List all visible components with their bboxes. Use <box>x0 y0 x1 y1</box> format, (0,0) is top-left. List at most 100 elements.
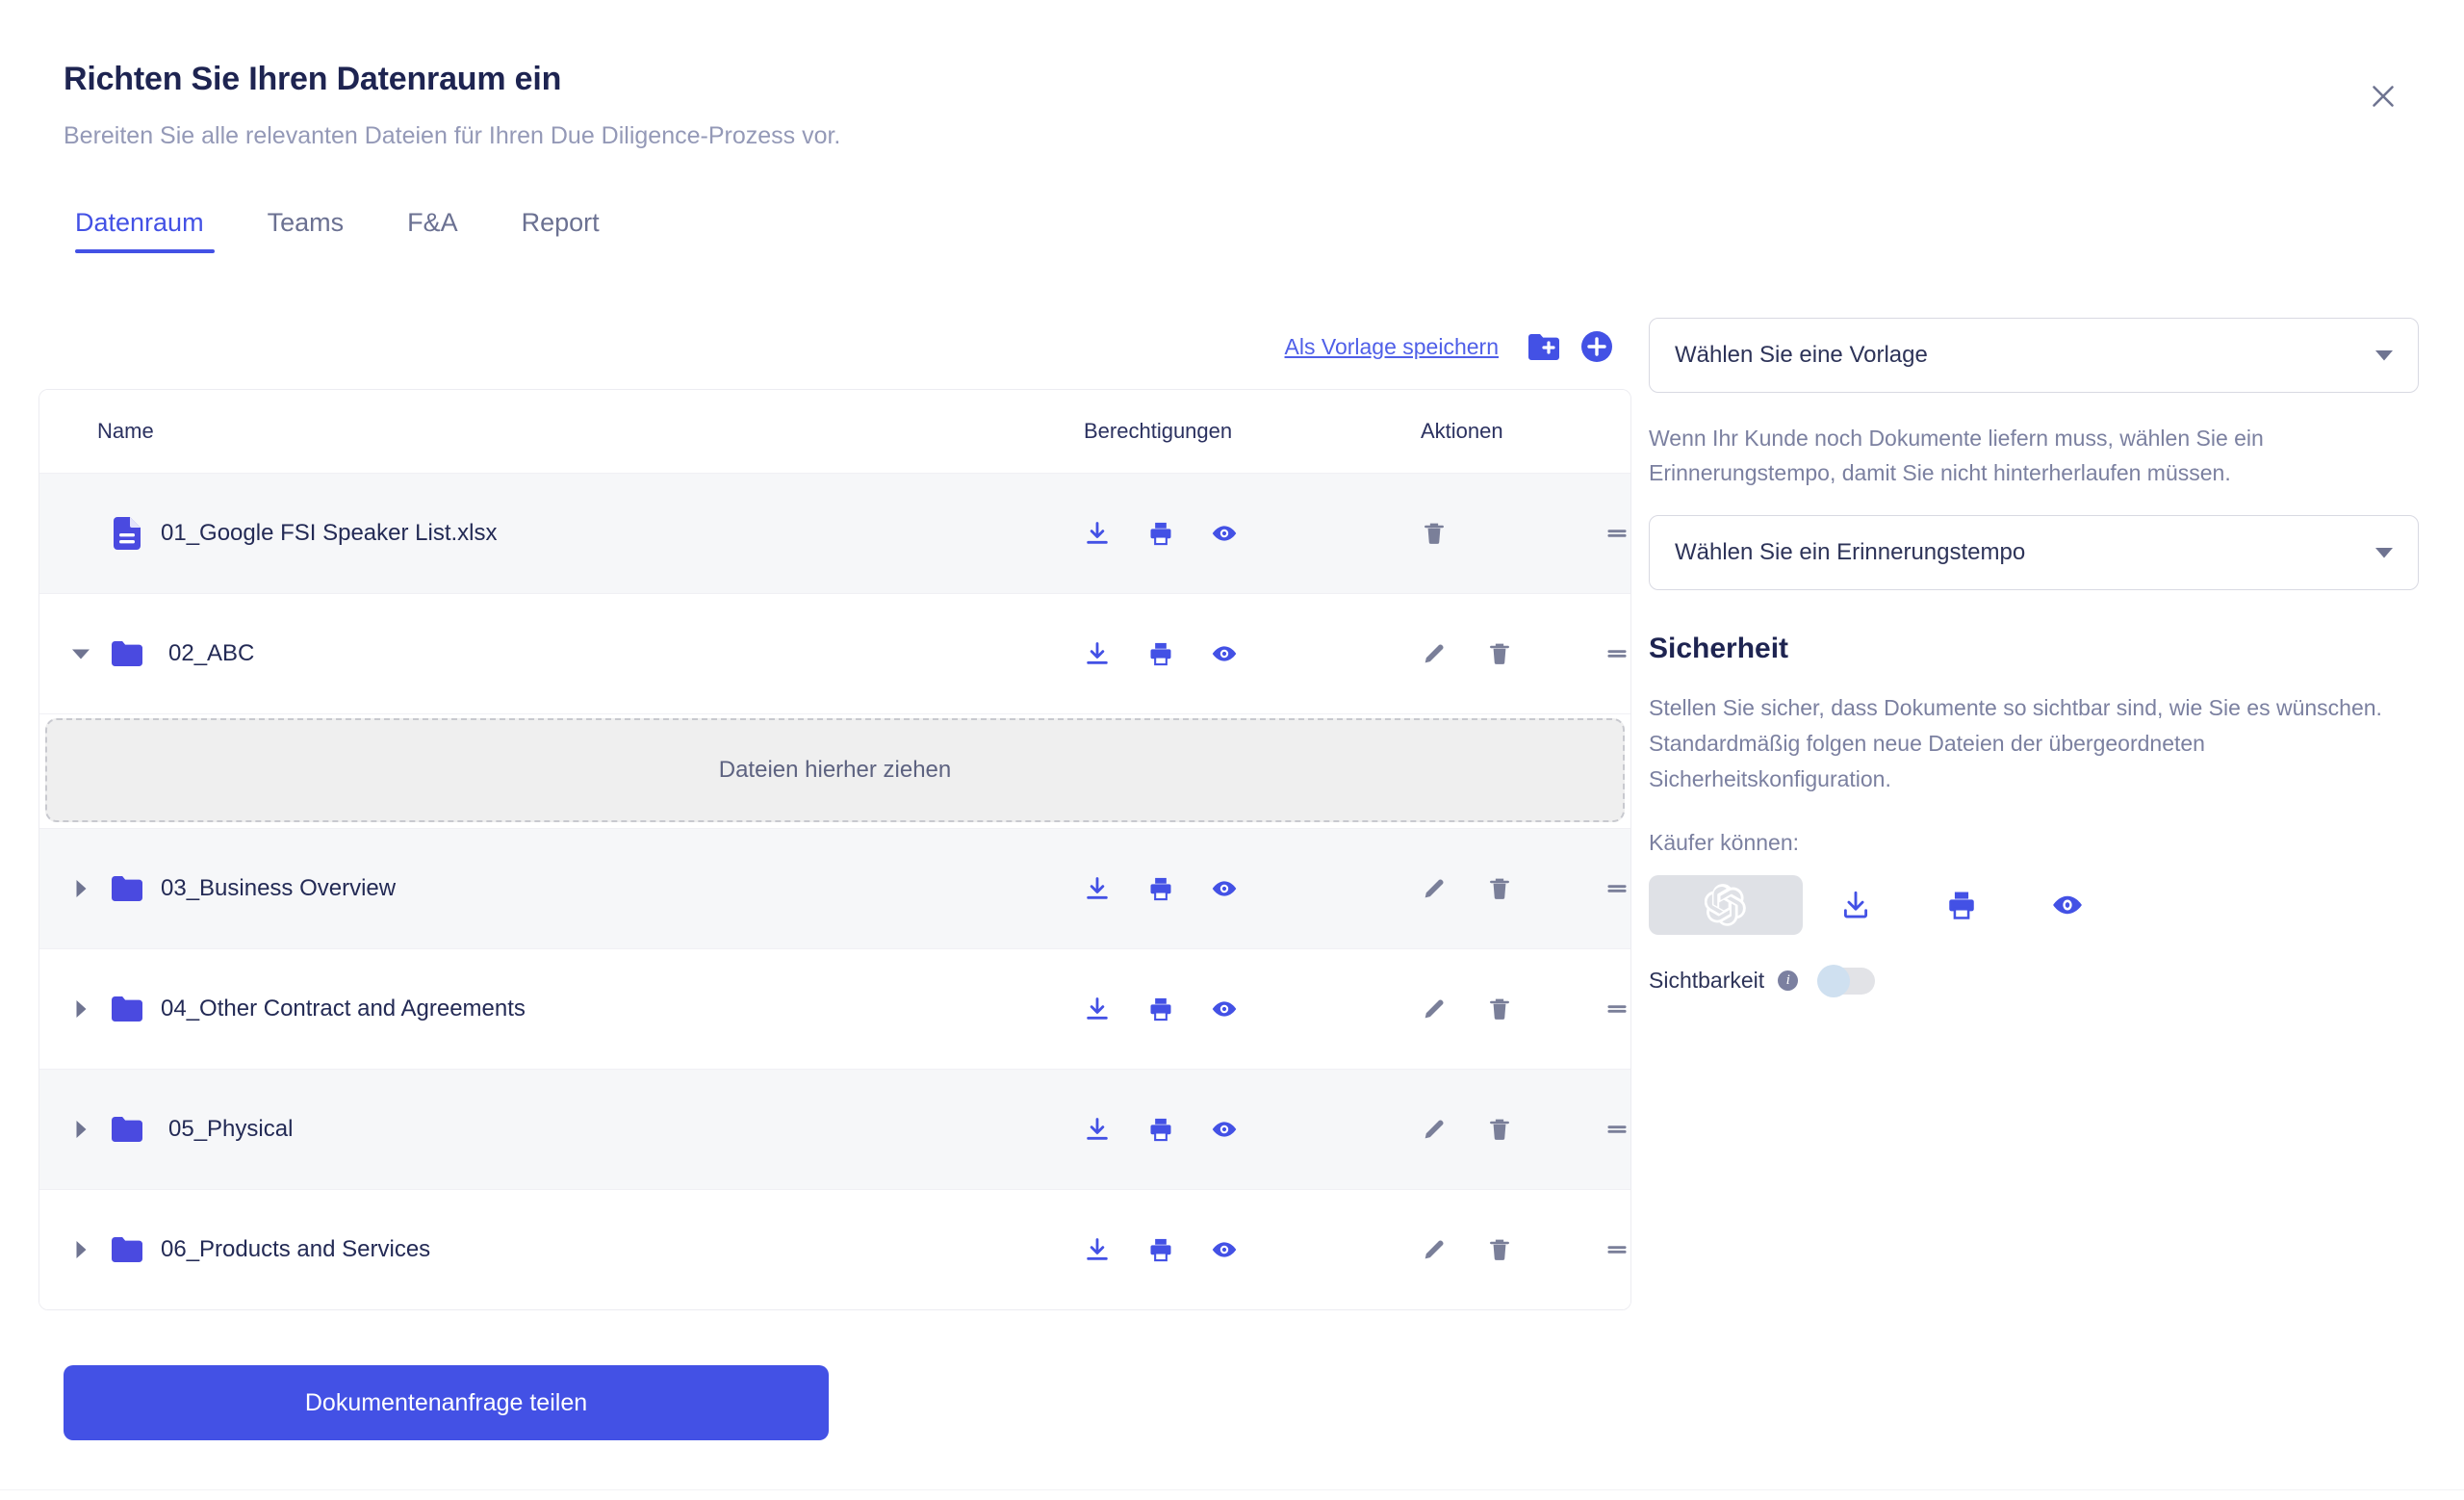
save-as-template-link[interactable]: Als Vorlage speichern <box>1285 334 1499 360</box>
edit-button[interactable] <box>1421 996 1448 1022</box>
preview-button[interactable] <box>1211 640 1238 667</box>
download-button[interactable] <box>1084 640 1111 667</box>
row-name-cell: 01_Google FSI Speaker List.xlsx <box>39 474 1045 593</box>
template-select[interactable]: Wählen Sie eine Vorlage <box>1649 318 2419 393</box>
close-button[interactable] <box>2362 75 2404 117</box>
print-button[interactable] <box>1147 1116 1174 1143</box>
table-row[interactable]: 03_Business Overview <box>39 828 1630 948</box>
file-dropzone[interactable]: Dateien hierher ziehen <box>45 718 1625 822</box>
eye-icon <box>1212 1122 1237 1137</box>
edit-button[interactable] <box>1421 1236 1448 1263</box>
print-button[interactable] <box>1147 875 1174 902</box>
tab-report[interactable]: Report <box>490 210 631 253</box>
table-row[interactable]: 06_Products and Services <box>39 1189 1630 1309</box>
expand-toggle[interactable] <box>64 648 97 659</box>
drag-handle[interactable] <box>1604 996 1630 1022</box>
chevron-right-icon <box>76 1000 87 1018</box>
row-name-cell: 03_Business Overview <box>39 829 1045 948</box>
print-icon <box>1150 1238 1171 1262</box>
preview-button[interactable] <box>1211 875 1238 902</box>
trash-icon <box>1490 643 1509 664</box>
preview-button[interactable] <box>1211 1116 1238 1143</box>
buyer-print-button[interactable] <box>1909 889 2015 921</box>
drag-handle[interactable] <box>1604 640 1630 667</box>
expand-toggle[interactable] <box>64 1121 97 1138</box>
column-header-actions: Aktionen <box>1421 419 1503 443</box>
visibility-row: Sichtbarkeit i <box>1649 964 2419 997</box>
drag-handle-icon <box>1607 1246 1627 1254</box>
row-label: 01_Google FSI Speaker List.xlsx <box>161 520 498 546</box>
drag-handle[interactable] <box>1604 1116 1630 1143</box>
buyers-can-label: Käufer können: <box>1649 829 1800 855</box>
edit-button[interactable] <box>1421 1116 1448 1143</box>
drag-handle[interactable] <box>1604 875 1630 902</box>
print-button[interactable] <box>1147 640 1174 667</box>
drag-handle-icon <box>1607 885 1627 892</box>
table-row[interactable]: 02_ABC <box>39 593 1630 713</box>
preview-button[interactable] <box>1211 996 1238 1022</box>
visibility-label: Sichtbarkeit <box>1649 968 1765 994</box>
download-icon <box>1087 877 1108 899</box>
trash-icon <box>1490 998 1509 1020</box>
print-icon <box>1150 1118 1171 1142</box>
delete-button[interactable] <box>1421 520 1448 547</box>
eye-icon <box>1212 526 1237 541</box>
pencil-icon <box>1424 1240 1444 1259</box>
print-button[interactable] <box>1147 520 1174 547</box>
row-permissions-cell <box>1045 829 1368 948</box>
expand-toggle[interactable] <box>64 1241 97 1258</box>
row-name-cell: 05_Physical <box>39 1070 1045 1189</box>
delete-button[interactable] <box>1486 875 1513 902</box>
visibility-toggle[interactable] <box>1817 964 1876 997</box>
download-button[interactable] <box>1084 520 1111 547</box>
download-button[interactable] <box>1084 875 1111 902</box>
tab-bar: Datenraum Teams F&A Report <box>64 210 631 253</box>
column-header-permissions: Berechtigungen <box>1084 419 1233 443</box>
delete-button[interactable] <box>1486 996 1513 1022</box>
download-button[interactable] <box>1084 1236 1111 1263</box>
preview-button[interactable] <box>1211 520 1238 547</box>
tab-teams[interactable]: Teams <box>236 210 376 253</box>
buyer-download-button[interactable] <box>1803 889 1909 921</box>
delete-button[interactable] <box>1486 1236 1513 1263</box>
row-actions-cell <box>1368 594 1630 713</box>
download-icon <box>1087 522 1108 544</box>
preview-button[interactable] <box>1211 1236 1238 1263</box>
trash-icon <box>1490 878 1509 899</box>
info-icon[interactable]: i <box>1778 970 1799 992</box>
download-button[interactable] <box>1084 996 1111 1022</box>
tab-fa[interactable]: F&A <box>375 210 490 253</box>
row-label: 06_Products and Services <box>161 1236 431 1262</box>
folder-plus-icon <box>1528 334 1559 360</box>
expand-toggle[interactable] <box>64 880 97 897</box>
drag-handle[interactable] <box>1604 1236 1630 1263</box>
folder-icon <box>111 1117 143 1142</box>
edit-button[interactable] <box>1421 875 1448 902</box>
tab-datenraum[interactable]: Datenraum <box>64 210 236 253</box>
download-button[interactable] <box>1084 1116 1111 1143</box>
drag-handle[interactable] <box>1604 520 1630 547</box>
row-actions-cell <box>1368 474 1630 593</box>
table-row[interactable]: 05_Physical <box>39 1069 1630 1189</box>
edit-button[interactable] <box>1421 640 1448 667</box>
delete-button[interactable] <box>1486 1116 1513 1143</box>
add-button[interactable] <box>1581 331 1612 362</box>
print-button[interactable] <box>1147 1236 1174 1263</box>
ai-assistant-button[interactable] <box>1649 874 1803 935</box>
delete-button[interactable] <box>1486 640 1513 667</box>
table-row[interactable]: 04_Other Contract and Agreements <box>39 948 1630 1069</box>
reminder-cadence-select[interactable]: Wählen Sie ein Erinnerungstempo <box>1649 515 2419 591</box>
page-subtitle: Bereiten Sie alle relevanten Dateien für… <box>64 121 841 149</box>
expand-toggle[interactable] <box>64 1000 97 1018</box>
share-document-request-button[interactable]: Dokumentenanfrage teilen <box>64 1365 829 1440</box>
print-button[interactable] <box>1147 996 1174 1022</box>
security-section-title: Sicherheit <box>1649 633 1789 665</box>
buyer-preview-button[interactable] <box>2015 889 2120 921</box>
chevron-down-icon <box>2375 349 2393 360</box>
chevron-right-icon <box>76 1241 87 1258</box>
table-row[interactable]: 01_Google FSI Speaker List.xlsx <box>39 473 1630 593</box>
new-folder-button[interactable] <box>1527 332 1560 361</box>
row-name-cell: 06_Products and Services <box>39 1190 1045 1309</box>
row-label: 04_Other Contract and Agreements <box>161 996 526 1022</box>
row-name-cell: 02_ABC <box>39 594 1045 713</box>
